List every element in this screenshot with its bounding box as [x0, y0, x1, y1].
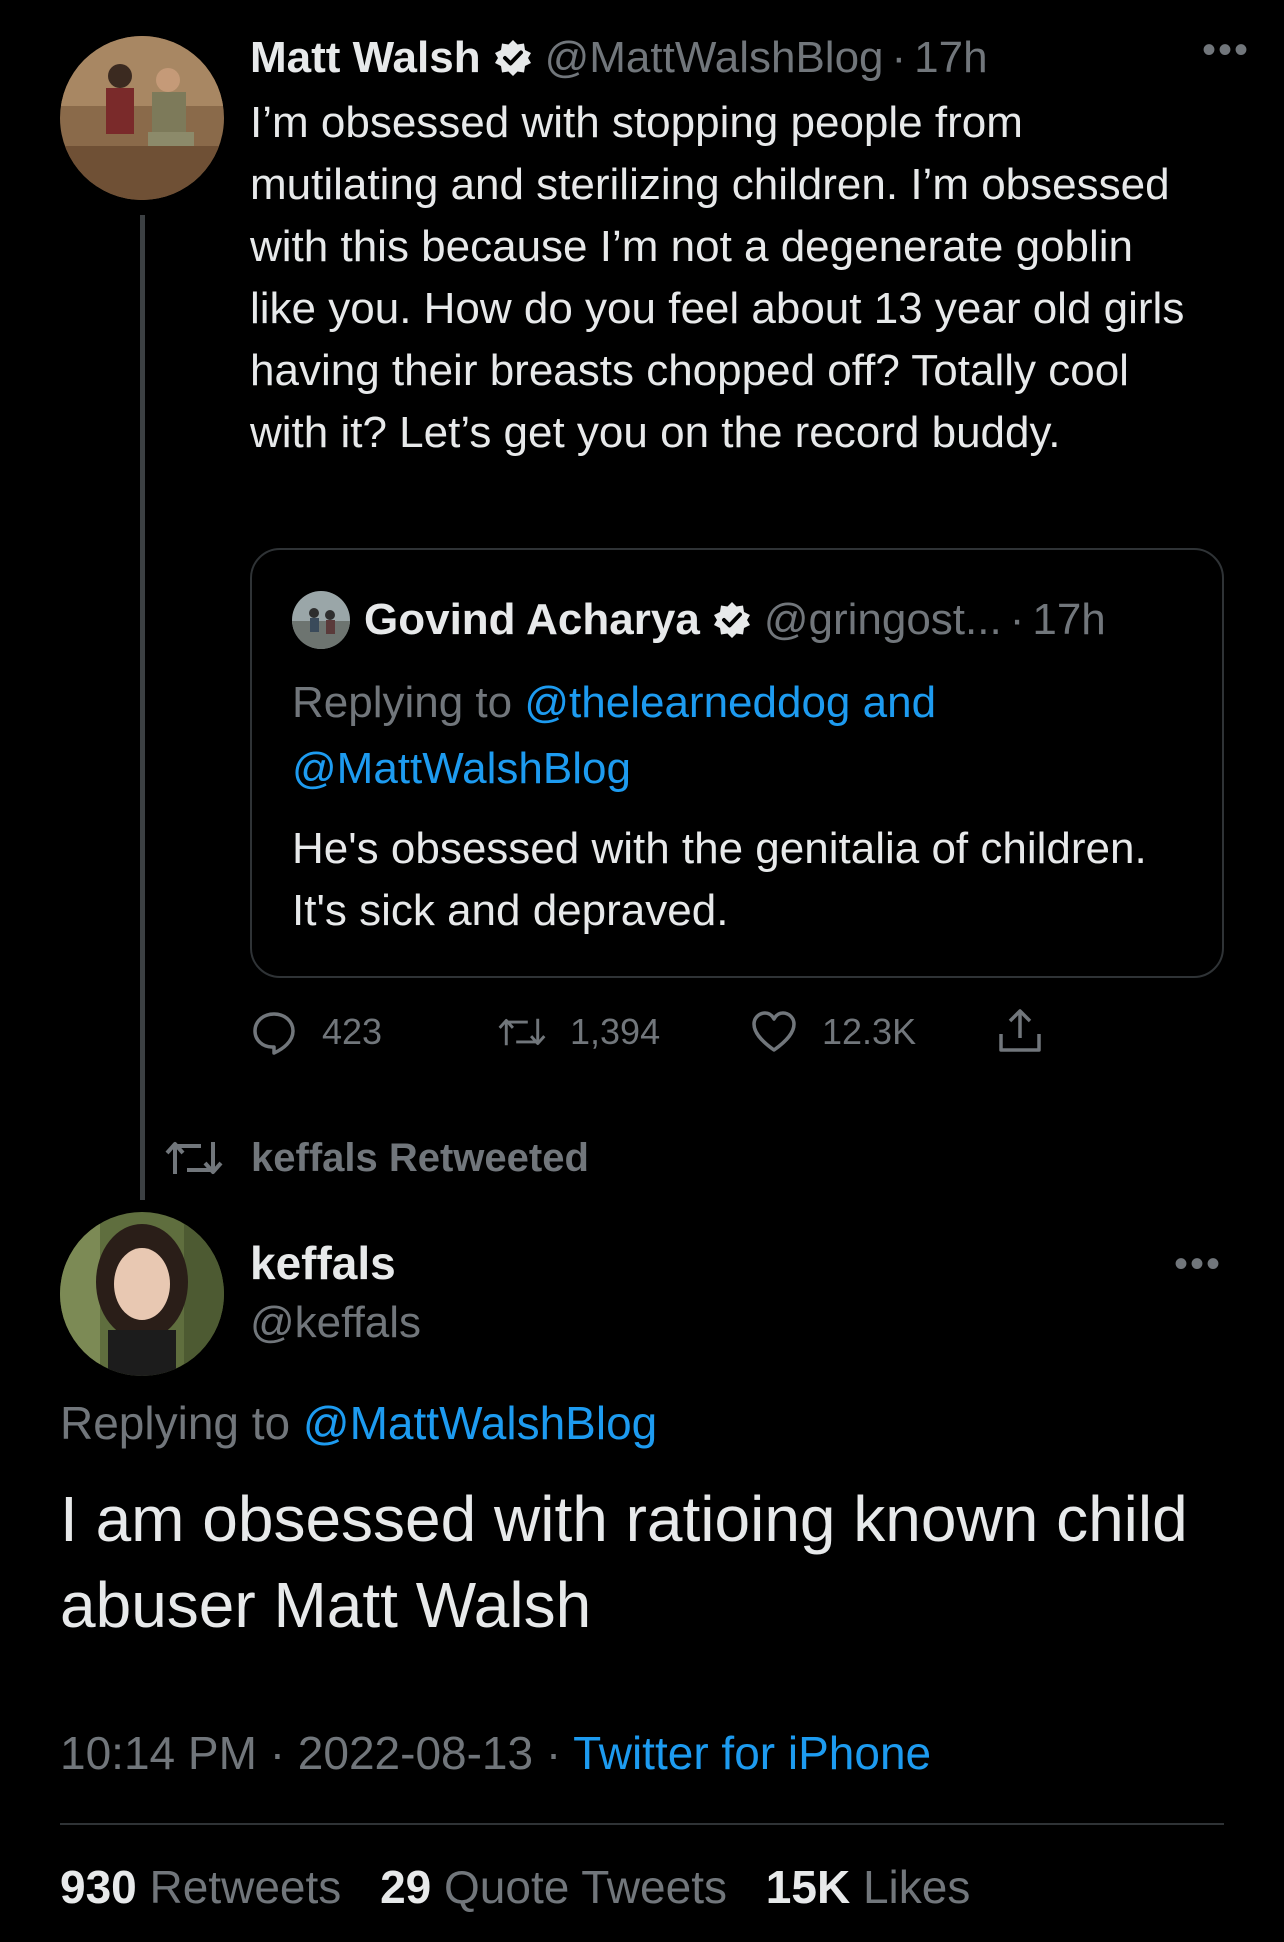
- like-count: 12.3K: [822, 1011, 917, 1052]
- share-icon: [999, 1009, 1041, 1052]
- retweeted-banner[interactable]: keffals Retweeted: [165, 1130, 589, 1186]
- main-tweet-meta: 10:14 PM · 2022-08-13 · Twitter for iPho…: [60, 1726, 931, 1780]
- likes-stat[interactable]: 15K Likes: [766, 1861, 971, 1913]
- main-replying-to: Replying to @MattWalshBlog: [60, 1396, 657, 1450]
- main-time[interactable]: 10:14 PM: [60, 1727, 257, 1779]
- parent-tweet-header: Matt Walsh @MattWalshBlog · 17h •••: [250, 28, 1250, 88]
- govind-acharya-avatar[interactable]: [292, 591, 350, 649]
- main-date[interactable]: 2022-08-13: [298, 1727, 533, 1779]
- quoted-author-handle[interactable]: @gringost...: [764, 595, 1002, 645]
- retweet-icon: [498, 1018, 546, 1046]
- retweets-stat[interactable]: 930 Retweets: [60, 1861, 341, 1913]
- thread-connector-line: [140, 215, 145, 1200]
- quoted-tweet-text: He's obsessed with the genitalia of chil…: [292, 824, 1147, 935]
- meta-separator: ·: [269, 1727, 286, 1779]
- like-button[interactable]: 12.3K: [750, 1004, 916, 1060]
- retweeted-text: keffals Retweeted: [251, 1135, 589, 1180]
- quoted-tweet-card[interactable]: Govind Acharya @gringost... · 17h Replyi…: [250, 548, 1224, 978]
- tweet-thread-page: Matt Walsh @MattWalshBlog · 17h ••• I’m …: [0, 0, 1284, 1942]
- quotes-label: Quote Tweets: [444, 1861, 728, 1913]
- mention-thelearneddog[interactable]: @thelearneddog: [524, 678, 850, 727]
- retweets-count: 930: [60, 1861, 137, 1913]
- mention-mattwalshblog[interactable]: @MattWalshBlog: [292, 744, 631, 793]
- likes-label: Likes: [862, 1861, 971, 1913]
- main-more-icon[interactable]: •••: [1174, 1242, 1222, 1287]
- quoted-replying-to: Replying to @thelearneddog and @MattWals…: [292, 670, 1192, 802]
- retweet-button[interactable]: 1,394: [498, 1004, 660, 1060]
- main-replying-label: Replying to: [60, 1397, 291, 1449]
- reply-button[interactable]: 423: [250, 1004, 382, 1060]
- keffals-avatar[interactable]: [60, 1212, 224, 1376]
- quoted-separator: ·: [1009, 595, 1025, 644]
- quotes-stat[interactable]: 29 Quote Tweets: [380, 1861, 727, 1913]
- reply-icon: [253, 1012, 295, 1055]
- replying-and[interactable]: and: [863, 678, 936, 727]
- quoted-replying-label: Replying to: [292, 678, 513, 727]
- tweet-source-link[interactable]: Twitter for iPhone: [573, 1727, 931, 1779]
- likes-count: 15K: [765, 1861, 851, 1913]
- quotes-count: 29: [380, 1861, 432, 1913]
- parent-tweet-actions: 423 1,394 12.3K: [250, 1004, 1150, 1060]
- main-tweet-text: I am obsessed with ratioing known child …: [60, 1483, 1188, 1641]
- verified-badge-icon: [713, 602, 750, 638]
- matt-walsh-avatar[interactable]: [60, 36, 224, 200]
- quoted-timestamp[interactable]: 17h: [1032, 595, 1105, 645]
- stats-divider: [60, 1823, 1224, 1825]
- parent-timestamp[interactable]: 17h: [914, 33, 987, 83]
- verified-badge-icon: [494, 40, 531, 76]
- parent-tweet-text: I’m obsessed with stopping people from m…: [250, 98, 1185, 457]
- quoted-tweet-header: Govind Acharya @gringost... · 17h: [292, 591, 1106, 649]
- share-button[interactable]: [996, 1004, 1068, 1060]
- parent-separator: ·: [891, 33, 907, 82]
- meta-separator: ·: [545, 1727, 562, 1779]
- reply-count: 423: [322, 1011, 383, 1052]
- parent-more-icon[interactable]: •••: [1202, 28, 1250, 73]
- quoted-author-name[interactable]: Govind Acharya: [364, 595, 700, 645]
- retweet-count: 1,394: [570, 1011, 661, 1052]
- parent-author-handle[interactable]: @MattWalshBlog: [545, 33, 884, 83]
- main-tweet-stats: 930 Retweets 29 Quote Tweets 15K Likes: [60, 1860, 970, 1914]
- mention-mattwalshblog[interactable]: @MattWalshBlog: [303, 1397, 657, 1449]
- retweets-label: Retweets: [149, 1861, 342, 1913]
- main-author-handle[interactable]: @keffals: [250, 1298, 421, 1348]
- main-author-name[interactable]: keffals: [250, 1236, 396, 1290]
- heart-icon: [752, 1011, 796, 1052]
- retweet-icon: [165, 1142, 223, 1174]
- parent-author-name[interactable]: Matt Walsh: [250, 33, 481, 83]
